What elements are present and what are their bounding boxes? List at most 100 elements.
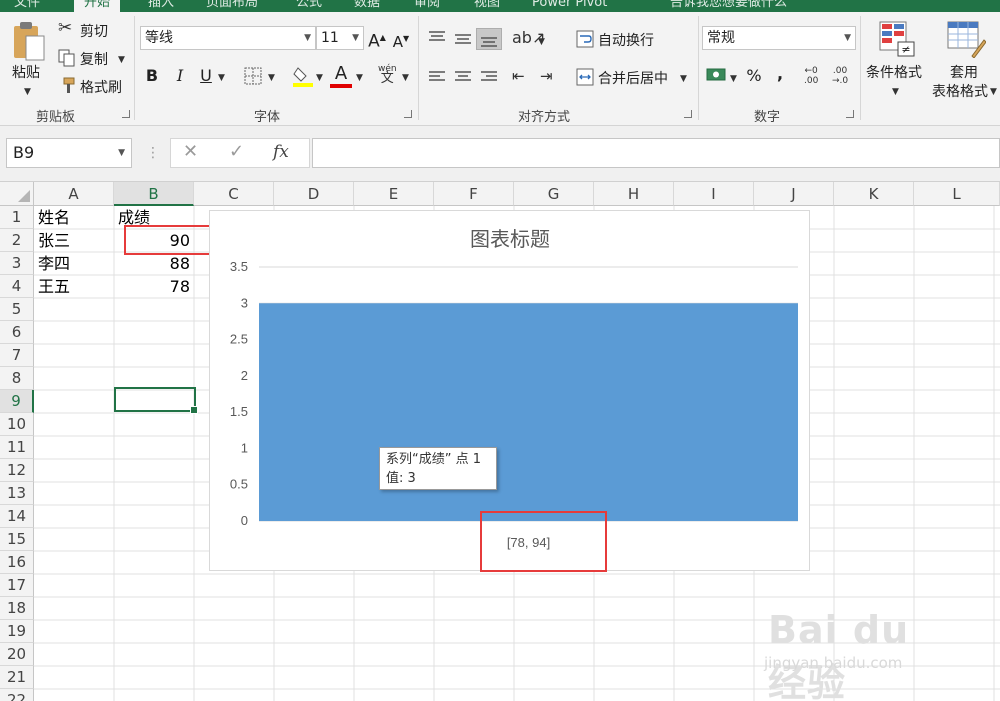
- wrap-text-button[interactable]: 自动换行: [598, 30, 654, 50]
- row-header[interactable]: 13: [0, 482, 34, 505]
- row-header[interactable]: 6: [0, 321, 34, 344]
- table-format-label-line1[interactable]: 套用: [950, 62, 978, 82]
- number-format-select[interactable]: 常规 ▼: [702, 26, 856, 50]
- copy-button[interactable]: 复制: [80, 49, 108, 69]
- tab-page-layout[interactable]: 页面布局: [206, 0, 258, 12]
- row-header[interactable]: 7: [0, 344, 34, 367]
- borders-dropdown-icon[interactable]: ▼: [268, 70, 275, 86]
- column-header-f[interactable]: F: [434, 182, 514, 206]
- cell-a2[interactable]: 张三: [34, 229, 114, 252]
- phonetic-dropdown-icon[interactable]: ▼: [402, 70, 409, 86]
- name-box[interactable]: B9 ▼: [6, 138, 132, 168]
- align-top-icon[interactable]: [428, 30, 446, 44]
- row-header[interactable]: 21: [0, 666, 34, 689]
- underline-dropdown-icon[interactable]: ▼: [218, 70, 225, 86]
- font-name-select[interactable]: 等线 ▼: [140, 26, 316, 50]
- paste-label[interactable]: 粘贴: [12, 62, 40, 82]
- phonetic-icon[interactable]: wén 文: [378, 64, 397, 85]
- tab-power-pivot[interactable]: Power Pivot: [532, 0, 607, 12]
- row-header[interactable]: 3: [0, 252, 34, 275]
- tab-review[interactable]: 审阅: [414, 0, 440, 12]
- cell-a3[interactable]: 李四: [34, 252, 114, 275]
- column-header-c[interactable]: C: [194, 182, 274, 206]
- increase-indent-icon[interactable]: ⇥: [540, 68, 553, 84]
- column-header-j[interactable]: J: [754, 182, 834, 206]
- row-header[interactable]: 2: [0, 229, 34, 252]
- row-header[interactable]: 22: [0, 689, 34, 701]
- fill-color-icon[interactable]: [292, 64, 314, 88]
- merge-dropdown-icon[interactable]: ▼: [680, 71, 687, 87]
- orientation-dropdown-icon[interactable]: ▼: [538, 34, 545, 50]
- shrink-font-icon[interactable]: A▼: [392, 27, 410, 51]
- column-header-k[interactable]: K: [834, 182, 914, 206]
- cut-button[interactable]: 剪切: [80, 21, 108, 41]
- align-bottom-button[interactable]: [476, 28, 502, 50]
- font-color-dropdown-icon[interactable]: ▼: [356, 70, 363, 86]
- clipboard-launcher-icon[interactable]: [122, 110, 130, 118]
- row-header[interactable]: 12: [0, 459, 34, 482]
- paste-icon[interactable]: [12, 20, 46, 64]
- formula-input[interactable]: [312, 138, 1000, 168]
- confirm-icon[interactable]: ✓: [229, 143, 244, 161]
- row-header[interactable]: 14: [0, 505, 34, 528]
- tab-formulas[interactable]: 公式: [296, 0, 322, 12]
- column-header-a[interactable]: A: [34, 182, 114, 206]
- tab-home[interactable]: 开始: [74, 0, 121, 12]
- currency-dropdown-icon[interactable]: ▼: [730, 71, 737, 87]
- cell-a1[interactable]: 姓名: [34, 206, 114, 229]
- row-header[interactable]: 5: [0, 298, 34, 321]
- column-header-g[interactable]: G: [514, 182, 594, 206]
- grow-font-icon[interactable]: A▲: [368, 26, 386, 52]
- align-center-icon[interactable]: [454, 70, 472, 84]
- row-header[interactable]: 10: [0, 413, 34, 436]
- format-painter-button[interactable]: 格式刷: [80, 77, 122, 97]
- row-header[interactable]: 9: [0, 390, 34, 413]
- column-header-e[interactable]: E: [354, 182, 434, 206]
- comma-button[interactable]: ,: [772, 62, 788, 86]
- font-size-select[interactable]: 11 ▼: [316, 26, 364, 50]
- row-header[interactable]: 19: [0, 620, 34, 643]
- conditional-format-dropdown-icon[interactable]: ▼: [892, 84, 899, 100]
- insert-function-icon[interactable]: fx: [273, 144, 289, 161]
- percent-button[interactable]: %: [744, 64, 764, 88]
- decrease-indent-icon[interactable]: ⇤: [512, 68, 525, 84]
- table-format-icon[interactable]: [946, 20, 986, 58]
- copy-dropdown-icon[interactable]: ▼: [118, 52, 125, 68]
- tab-data[interactable]: 数据: [354, 0, 380, 12]
- tab-view[interactable]: 视图: [474, 0, 500, 12]
- currency-icon[interactable]: [706, 66, 728, 84]
- table-format-label-line2[interactable]: 表格格式: [932, 81, 988, 101]
- row-header[interactable]: 16: [0, 551, 34, 574]
- row-header[interactable]: 1: [0, 206, 34, 229]
- row-header[interactable]: 11: [0, 436, 34, 459]
- formula-bar-grip-icon[interactable]: ⋮: [146, 145, 160, 161]
- alignment-launcher-icon[interactable]: [684, 110, 692, 118]
- paste-dropdown-icon[interactable]: ▼: [24, 84, 31, 100]
- font-color-button[interactable]: A: [332, 62, 350, 86]
- table-format-dropdown-icon[interactable]: ▼: [990, 84, 997, 100]
- align-left-icon[interactable]: [428, 70, 446, 84]
- merge-center-icon[interactable]: [576, 68, 594, 86]
- fill-color-dropdown-icon[interactable]: ▼: [316, 70, 323, 86]
- conditional-format-icon[interactable]: ≠: [878, 20, 916, 58]
- scissors-icon[interactable]: ✂: [58, 20, 72, 37]
- cell-b4[interactable]: 78: [114, 275, 194, 298]
- column-header-l[interactable]: L: [914, 182, 1000, 206]
- italic-button[interactable]: I: [172, 64, 188, 88]
- cell-a4[interactable]: 王五: [34, 275, 114, 298]
- decrease-decimal-icon[interactable]: .00 →.0: [832, 66, 848, 86]
- active-cell-b9[interactable]: [114, 387, 198, 414]
- row-header[interactable]: 8: [0, 367, 34, 390]
- column-header-b[interactable]: B: [114, 182, 194, 206]
- bold-button[interactable]: B: [144, 64, 160, 88]
- row-header[interactable]: 20: [0, 643, 34, 666]
- merge-center-button[interactable]: 合并后居中: [598, 68, 668, 88]
- underline-button[interactable]: U: [198, 64, 214, 88]
- borders-icon[interactable]: [244, 67, 262, 85]
- tab-insert[interactable]: 插入: [148, 0, 174, 12]
- column-header-h[interactable]: H: [594, 182, 674, 206]
- tab-file[interactable]: 文件: [14, 0, 40, 12]
- format-painter-icon[interactable]: [58, 76, 76, 94]
- conditional-format-button[interactable]: 条件格式: [866, 62, 922, 82]
- font-launcher-icon[interactable]: [404, 110, 412, 118]
